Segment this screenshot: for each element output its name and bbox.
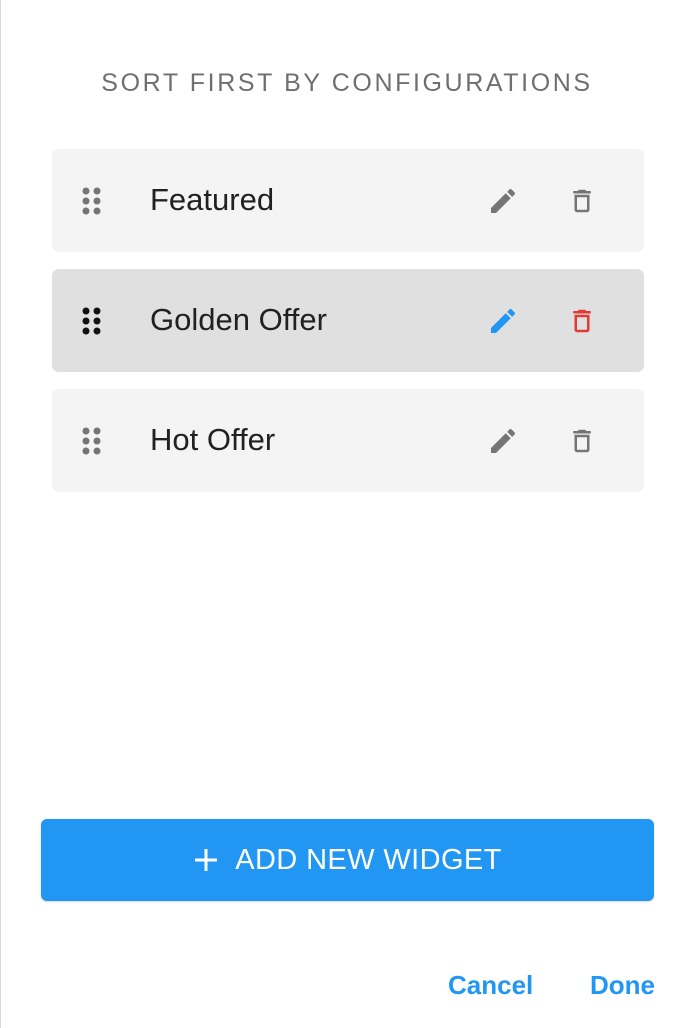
pencil-icon[interactable] [484, 302, 522, 340]
pencil-icon[interactable] [484, 182, 522, 220]
cancel-button[interactable]: Cancel [448, 968, 533, 1002]
add-new-widget-button[interactable]: ADD NEW WIDGET [41, 819, 654, 901]
add-new-widget-label: ADD NEW WIDGET [235, 844, 502, 876]
list-item[interactable]: Featured [52, 149, 644, 252]
list-item[interactable]: Golden Offer [52, 269, 644, 372]
drag-handle-icon[interactable] [81, 427, 103, 455]
drag-handle-icon[interactable] [81, 307, 103, 335]
pencil-icon[interactable] [484, 422, 522, 460]
trash-icon[interactable] [563, 182, 601, 220]
trash-icon[interactable] [563, 422, 601, 460]
drag-handle-icon[interactable] [81, 187, 103, 215]
item-label: Featured [150, 182, 275, 217]
dialog-title: SORT FIRST BY CONFIGURATIONS [101, 69, 593, 97]
plus-icon [193, 847, 219, 873]
item-label: Golden Offer [150, 302, 327, 337]
trash-icon[interactable] [563, 302, 601, 340]
widget-list: Featured Golden Offer Hot Offer [52, 149, 644, 509]
done-button[interactable]: Done [590, 968, 655, 1002]
list-item[interactable]: Hot Offer [52, 389, 644, 492]
sort-dialog: SORT FIRST BY CONFIGURATIONS Featured Go… [0, 0, 692, 1028]
item-label: Hot Offer [150, 422, 276, 457]
